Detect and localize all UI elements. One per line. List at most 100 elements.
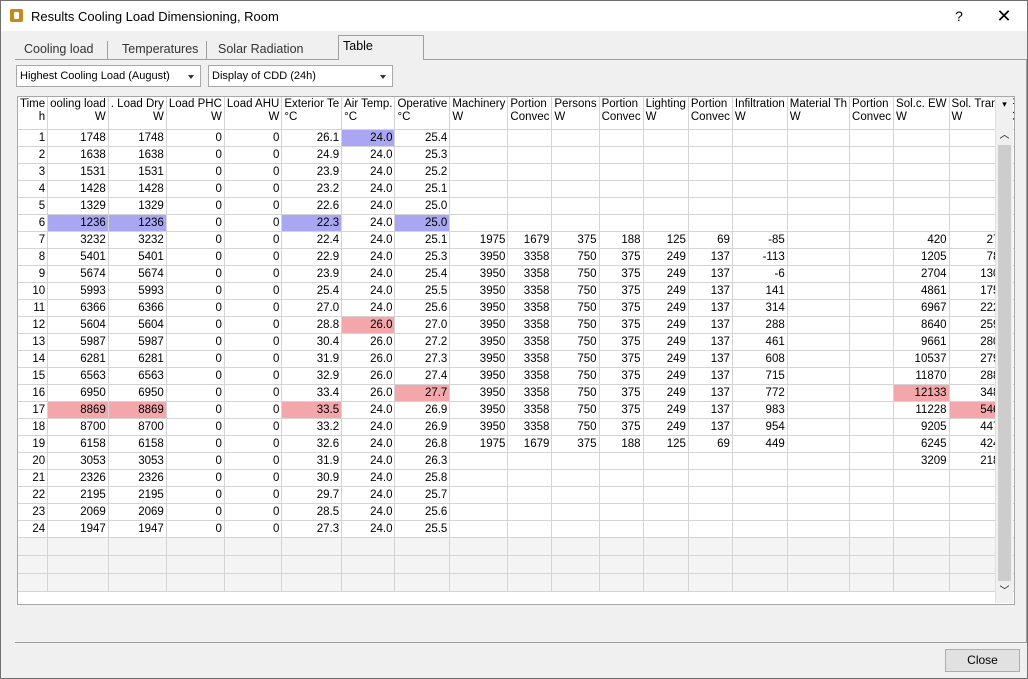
empty-cell: [551, 537, 600, 556]
table-cell: [732, 197, 788, 215]
table-cell: [787, 197, 851, 215]
table-row[interactable]: 19 6158 6158 0 0 32.6 24.0 26.8 1975 1679 375 188 12…: [18, 435, 1014, 453]
table-cell: 2704: [893, 265, 950, 283]
empty-cell: [166, 573, 225, 592]
table-cell: 0: [166, 469, 225, 487]
table-row[interactable]: 14 6281 6281 0 0 31.9 26.0 27.3 3950 3358 750 375 24…: [18, 350, 1014, 368]
table-cell: 3950: [449, 316, 509, 334]
table-row[interactable]: 24 1947 1947 0 0 27.3 24.0 25.5: [18, 520, 1014, 538]
display-select[interactable]: Display of CDD (24h): [208, 65, 393, 87]
table-cell: 0: [224, 248, 283, 266]
table-row[interactable]: 13 5987 5987 0 0 30.4 26.0 27.2 3950 3358 750 375 24…: [18, 333, 1014, 351]
table-row[interactable]: 1 1748 1748 0 0 26.1 24.0 25.4: [18, 129, 1014, 147]
column-header[interactable]: Lighting W: [643, 97, 689, 130]
table-cell: [787, 248, 851, 266]
column-header[interactable]: Load AHU W: [224, 97, 283, 130]
table-cell: 0: [224, 146, 283, 164]
column-header[interactable]: PortionConvec: [688, 97, 733, 130]
table-cell: 0: [224, 452, 283, 470]
column-header[interactable]: Persons W: [551, 97, 600, 130]
table-cell: 0: [224, 469, 283, 487]
table-row[interactable]: 18 8700 8700 0 0 33.2 24.0 26.9 3950 3358 750 375 24…: [18, 418, 1014, 436]
column-header[interactable]: Time h: [18, 97, 49, 130]
table-row[interactable]: 10 5993 5993 0 0 25.4 24.0 25.5 3950 3358 750 375 24…: [18, 282, 1014, 300]
column-header[interactable]: Exterior Te °C: [281, 97, 343, 130]
table-row[interactable]: 12 5604 5604 0 0 28.8 26.0 27.0 3950 3358 750 375 24…: [18, 316, 1014, 334]
table-cell: 24.0: [341, 299, 396, 317]
table-cell: [643, 180, 689, 198]
table-cell: [849, 282, 895, 300]
close-button[interactable]: Close: [945, 649, 1020, 672]
table-row[interactable]: 20305330530031.924.026.332092185109: [18, 452, 1014, 470]
column-header[interactable]: Infiltration W: [732, 97, 788, 130]
tab-cooling-load[interactable]: Cooling load: [24, 39, 94, 59]
period-select[interactable]: Highest Cooling Load (August): [16, 65, 201, 87]
table-cell: [893, 197, 950, 215]
table-cell: 5987: [108, 333, 167, 351]
table-cell: 0: [224, 367, 283, 385]
close-icon[interactable]: ✕: [991, 5, 1017, 27]
column-header[interactable]: Material Th W: [787, 97, 851, 130]
scroll-thumb[interactable]: [998, 145, 1011, 581]
column-header[interactable]: Sol.c. EW W: [893, 97, 950, 130]
table-cell: [893, 520, 950, 538]
table-row[interactable]: 11 6366 6366 0 0 27.0 24.0 25.6 3950 3358 750 375 24…: [18, 299, 1014, 317]
table-row[interactable]: 5 1329 1329 0 0 22.6 24.0 25.0: [18, 197, 1014, 215]
table-cell: [787, 265, 851, 283]
table-row[interactable]: 6 1236 1236 0 0 22.3 24.0 25.0: [18, 214, 1014, 232]
table-cell: 25.0: [394, 214, 451, 232]
column-header-unit: Convec: [510, 111, 550, 123]
column-header[interactable]: Air Temp. °C: [341, 97, 396, 130]
table-row[interactable]: 21 2326 2326 0 0 30.9 24.0 25.8: [18, 469, 1014, 487]
table-row[interactable]: 15 6563 6563 0 0 32.9 26.0 27.4 3950 3358 750 375 24…: [18, 367, 1014, 385]
column-header[interactable]: ooling load W: [47, 97, 109, 130]
table-cell: [787, 282, 851, 300]
vertical-scrollbar[interactable]: ▾ ︿ ﹀: [995, 97, 1013, 603]
column-header[interactable]: PortionConvec: [507, 97, 553, 130]
column-header[interactable]: . Load Dry W: [108, 97, 167, 130]
table-row[interactable]: 16 6950 6950 0 0 33.4 26.0 27.7 3950 3358 750 375 24…: [18, 384, 1014, 402]
table-row[interactable]: 17 8869 8869 0 0 33.5 24.0 26.9 3950 3358 750 375 24…: [18, 401, 1014, 419]
empty-cell: [599, 573, 644, 592]
column-header-label: Portion: [510, 98, 547, 110]
table-cell: 5604: [108, 316, 167, 334]
tab-solar-radiation[interactable]: Solar Radiation: [218, 39, 303, 59]
tab-divider: [107, 41, 108, 59]
table-row[interactable]: 23 2069 2069 0 0 28.5 24.0 25.6: [18, 503, 1014, 521]
table-row[interactable]: 22 2195 2195 0 0 29.7 24.0 25.7: [18, 486, 1014, 504]
table-cell: [449, 469, 509, 487]
table-row[interactable]: 2 1638 1638 0 0 24.9 24.0 25.3: [18, 146, 1014, 164]
table-row[interactable]: 9 5674 5674 0 0 23.9 24.0 25.4 3950 3358 750 375 249…: [18, 265, 1014, 283]
help-button[interactable]: ?: [946, 5, 972, 27]
tab-table[interactable]: Table: [343, 35, 373, 59]
table-row[interactable]: 7 3232 3232 0 0 22.4 24.0 25.1 1975 1679 375 188 125…: [18, 231, 1014, 249]
scroll-down-icon[interactable]: ﹀: [996, 585, 1013, 599]
table-cell: 27.3: [394, 350, 451, 368]
column-header[interactable]: PortionConvec: [599, 97, 644, 130]
tab-temperatures[interactable]: Temperatures: [122, 39, 198, 59]
table-cell: 0: [224, 299, 283, 317]
table-cell: 0: [166, 231, 225, 249]
table-row[interactable]: 4 1428 1428 0 0 23.2 24.0 25.1: [18, 180, 1014, 198]
table-cell: 3950: [449, 299, 509, 317]
table-row[interactable]: 3 1531 1531 0 0 23.9 24.0 25.2: [18, 163, 1014, 181]
column-header[interactable]: PortionConvec: [849, 97, 895, 130]
table-cell: 6366: [47, 299, 109, 317]
table-cell: [732, 520, 788, 538]
column-header-unit: W: [152, 111, 164, 123]
empty-cell: [732, 573, 788, 592]
column-header[interactable]: Machinery W: [449, 97, 509, 130]
scroll-up-icon[interactable]: ︿: [996, 129, 1013, 143]
table-cell: 1679: [507, 231, 553, 249]
empty-cell: [732, 555, 788, 574]
table-cell: 26.0: [341, 350, 396, 368]
table-cell: 375: [599, 248, 644, 266]
table-cell: [849, 452, 895, 470]
column-header[interactable]: Operative °C: [394, 97, 451, 130]
table-cell: [849, 503, 895, 521]
column-header[interactable]: Load PHC W: [166, 97, 225, 130]
dialog-window: Results Cooling Load Dimensioning, Room …: [0, 0, 1028, 679]
results-table-grid[interactable]: Time h ooling load W. Load Dry W Load PHC W Loa…: [17, 96, 1015, 605]
column-menu-icon[interactable]: ▾: [996, 97, 1013, 112]
table-row[interactable]: 8 5401 5401 0 0 22.9 24.0 25.3 3950 3358 750 375 249…: [18, 248, 1014, 266]
